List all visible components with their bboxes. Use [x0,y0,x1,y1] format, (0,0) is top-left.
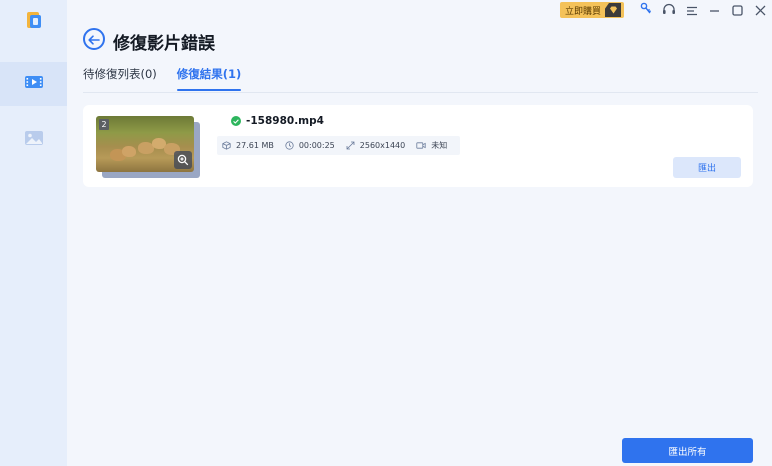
tab-divider [83,92,758,93]
video-icon [24,74,44,94]
buy-now-button[interactable]: 立即購買 [559,2,624,18]
camera-icon [416,142,426,149]
preview-zoom-button[interactable] [174,151,192,169]
app-logo-icon [25,10,43,34]
file-meta-row: 27.61 MB 00:00:25 2560x1440 未知 [217,136,461,155]
sidebar-item-video-repair[interactable] [0,62,67,106]
window-controls: 立即購買 [559,0,772,20]
tab-repair-results[interactable]: 修復結果(1) [176,66,241,91]
export-all-button[interactable]: 匯出所有 [622,438,753,463]
close-button[interactable] [749,0,772,20]
file-resolution-value: 2560x1440 [359,141,406,150]
clock-icon [285,141,294,150]
file-size-value: 27.61 MB [236,141,274,150]
file-name: -158980.mp4 [246,115,324,127]
sidebar-item-photo-repair[interactable] [0,118,67,162]
support-button[interactable] [657,0,680,20]
tab-bar: 待修復列表(0) 修復結果(1) [83,66,261,91]
back-button[interactable] [83,28,105,50]
key-icon [640,1,652,20]
main-panel: 立即購買 修復影片錯誤 待修復列表(0) 修復結果(1) 2 -158980.m… [67,0,772,466]
zoom-in-icon [177,151,189,170]
box-icon [222,141,231,150]
result-card: 2 -158980.mp4 27.61 MB 00:00:25 2560x144… [83,105,753,187]
file-duration-value: 00:00:25 [298,141,335,150]
maximize-button[interactable] [726,0,749,20]
app-logo [0,0,67,44]
menu-button[interactable] [680,0,703,20]
resize-icon [346,141,355,150]
file-codec: 未知 [416,140,447,151]
close-icon [755,1,766,20]
export-button[interactable]: 匯出 [673,157,741,178]
gem-icon [605,3,621,17]
file-codec-value: 未知 [431,141,448,150]
minimize-icon [709,1,720,20]
photo-icon [24,130,44,150]
success-check-icon [231,116,241,126]
file-duration: 00:00:25 [285,141,335,150]
minimize-button[interactable] [703,0,726,20]
buy-now-label: 立即購買 [564,6,601,17]
file-resolution: 2560x1440 [346,141,405,150]
headset-icon [662,1,676,20]
maximize-icon [732,1,743,20]
key-button[interactable] [634,0,657,20]
sidebar [0,0,67,466]
file-size: 27.61 MB [222,141,274,150]
page-title: 修復影片錯誤 [113,34,215,54]
arrow-left-icon [88,30,100,49]
tab-pending-list[interactable]: 待修復列表(0) [83,66,157,91]
thumbnail-index-badge: 2 [99,119,109,130]
menu-icon [686,1,698,20]
file-name-row: -158980.mp4 [231,115,324,127]
